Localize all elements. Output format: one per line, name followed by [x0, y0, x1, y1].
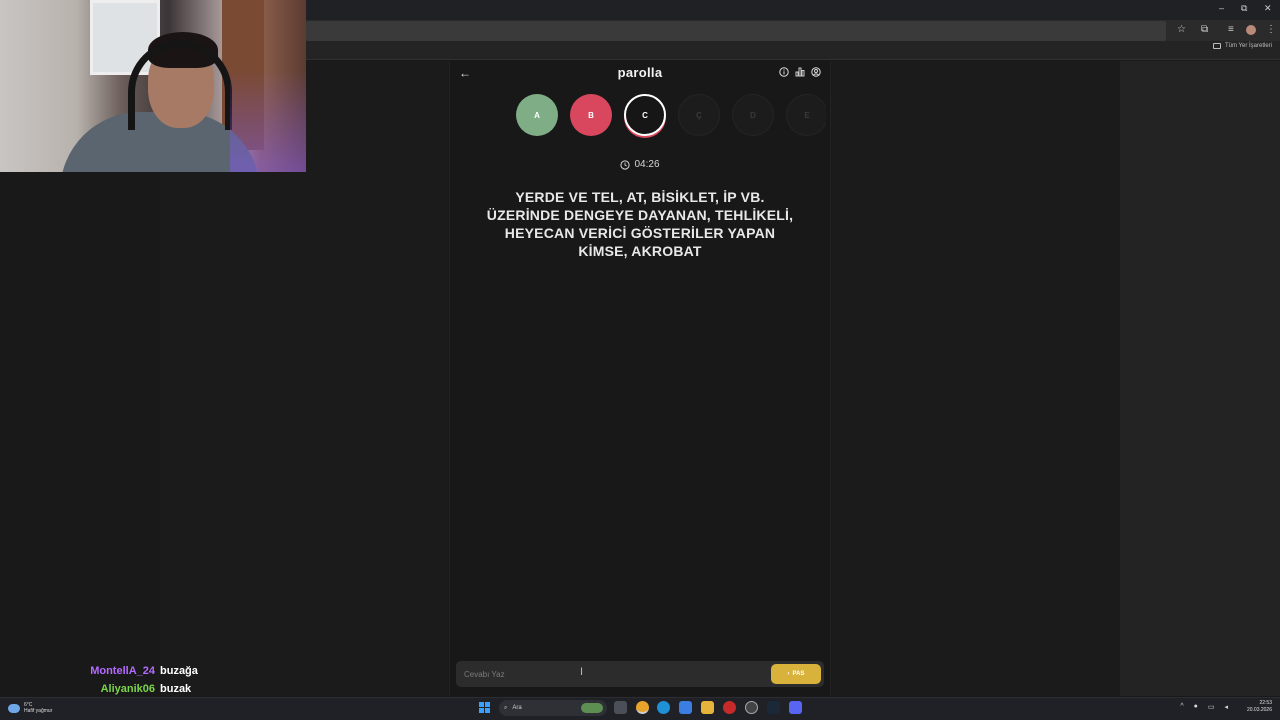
profile-icon[interactable]	[1246, 25, 1256, 35]
screen: – ⧉ ✕ ☆ ⧉ ≡ ⋮ Tüm Yer İşaretleri ← parol…	[0, 0, 1280, 720]
close-window-button[interactable]: ✕	[1264, 3, 1272, 14]
media-icon[interactable]: ≡	[1228, 24, 1234, 36]
discord-icon[interactable]	[789, 701, 802, 714]
bookmark-folder-label: Tüm Yer İşaretleri	[1224, 43, 1272, 49]
system-tray: ^ ● ▭ ◂	[1180, 703, 1228, 711]
app-title: parolla	[617, 65, 663, 80]
chrome-icon[interactable]	[636, 701, 649, 714]
chevron-up-icon[interactable]: ^	[1180, 703, 1183, 711]
letter-circle: B	[570, 94, 612, 136]
timer: 04:26	[450, 159, 830, 170]
info-icon[interactable]	[779, 67, 789, 77]
letter-wheel: ABCÇDE	[516, 94, 826, 138]
answer-bar: I › PAS	[456, 661, 824, 687]
taskbar-search[interactable]: ⌕ Ara	[499, 700, 607, 716]
chat-message: Aliyanik06 buzak	[0, 680, 300, 698]
answer-input[interactable]	[464, 666, 754, 682]
chevron-right-icon: ›	[787, 671, 790, 677]
search-icon: ⌕	[504, 704, 508, 711]
question-text: YERDE VE TEL, AT, BİSİKLET, İP VB. ÜZERİ…	[486, 189, 794, 259]
timer-value: 04:26	[634, 159, 660, 170]
clock-icon	[620, 159, 631, 170]
chat-username: MontellA_24	[90, 665, 155, 677]
start-tile	[479, 702, 484, 707]
webcam-feed	[0, 0, 306, 172]
app-header: ← parolla	[450, 61, 830, 85]
volume-icon[interactable]: ◂	[1224, 703, 1228, 711]
stats-icon[interactable]	[795, 67, 805, 77]
webcam-light	[230, 70, 306, 172]
search-highlight-icon	[581, 703, 603, 713]
file-explorer-icon[interactable]	[701, 701, 714, 714]
letter-circle: Ç	[678, 94, 720, 136]
chat-text: buzağa	[160, 665, 198, 677]
network-icon[interactable]: ▭	[1208, 703, 1215, 711]
minimize-button[interactable]: –	[1219, 3, 1224, 13]
steam-icon[interactable]	[767, 701, 780, 714]
start-button[interactable]	[479, 702, 490, 713]
address-bar[interactable]	[306, 21, 1166, 41]
task-view-icon[interactable]	[614, 701, 627, 714]
header-icons	[779, 67, 821, 77]
start-tile	[485, 702, 490, 707]
star-icon[interactable]: ☆	[1177, 24, 1186, 36]
bookmark-folder[interactable]: Tüm Yer İşaretleri	[1212, 43, 1272, 49]
weather-widget[interactable]: 6°C Hafif yağmur	[8, 702, 52, 714]
start-tile	[485, 708, 490, 713]
chat-message: MontellA_24 buzağa	[0, 662, 300, 680]
weather-desc: Hafif yağmur	[24, 708, 53, 714]
start-tile	[479, 708, 484, 713]
edge-icon[interactable]	[657, 701, 670, 714]
obs-icon[interactable]	[745, 701, 758, 714]
copilot-icon[interactable]	[679, 701, 692, 714]
cloud-rain-icon	[8, 703, 20, 713]
chat-text: buzak	[160, 683, 192, 695]
letter-circle: E	[786, 94, 826, 136]
taskbar-clock[interactable]: 22:53 20.03.2026	[1247, 700, 1272, 714]
microphone-icon[interactable]: ●	[1194, 703, 1198, 711]
letter-circle: C	[624, 94, 666, 136]
folder-icon	[1212, 43, 1221, 49]
extension-icon[interactable]: ⧉	[1201, 24, 1208, 36]
page-right-margin	[831, 61, 1120, 696]
letter-circle: A	[516, 94, 558, 136]
letter-circle: D	[732, 94, 774, 136]
red-app-icon[interactable]	[723, 701, 736, 714]
page-far-right	[1120, 61, 1280, 696]
clock-date: 20.03.2026	[1246, 707, 1272, 713]
game-panel: ← parolla ABCÇDE 04:26 YERDE VE TEL, AT,…	[449, 61, 831, 696]
menu-icon[interactable]: ⋮	[1266, 24, 1276, 36]
user-profile-icon[interactable]	[811, 67, 821, 77]
chat-username: Aliyanik06	[100, 683, 155, 695]
clock-time: 22:53	[1259, 700, 1272, 706]
maximize-button[interactable]: ⧉	[1241, 3, 1247, 14]
pass-button[interactable]: › PAS	[771, 664, 821, 684]
text-cursor-icon: I	[580, 666, 584, 678]
pass-button-label: PAS	[792, 671, 805, 677]
search-placeholder: Ara	[512, 705, 522, 711]
